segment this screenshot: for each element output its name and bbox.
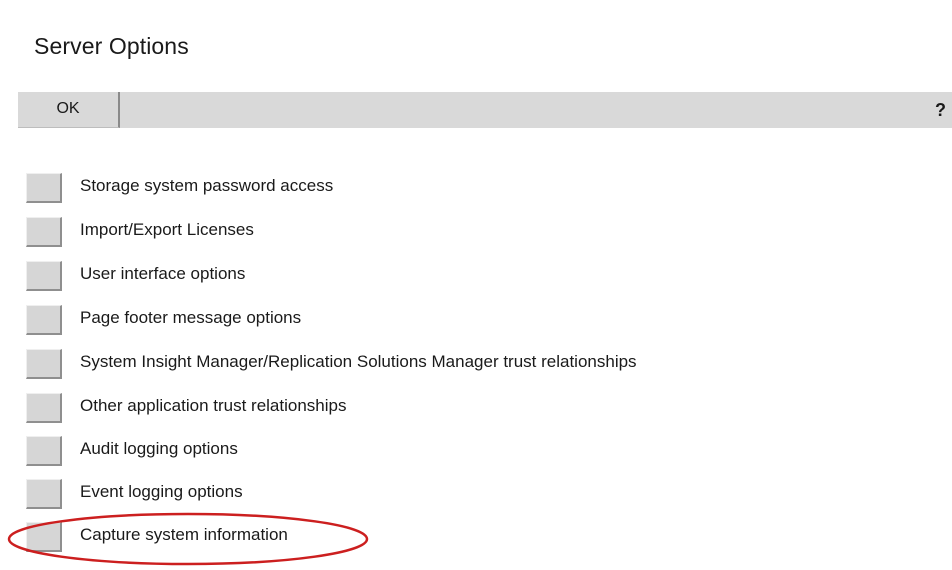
help-button[interactable]: ? [935, 92, 946, 128]
option-label[interactable]: Other application trust relationships [80, 396, 346, 416]
option-user-interface-options[interactable]: User interface options [26, 261, 886, 291]
option-button[interactable] [26, 349, 62, 379]
option-button[interactable] [26, 173, 62, 203]
option-button[interactable] [26, 261, 62, 291]
option-label[interactable]: Import/Export Licenses [80, 220, 254, 240]
option-import-export-licenses[interactable]: Import/Export Licenses [26, 217, 886, 247]
option-label[interactable]: Event logging options [80, 482, 243, 502]
option-label[interactable]: Storage system password access [80, 176, 333, 196]
option-button[interactable] [26, 305, 62, 335]
toolbar: OK ? [18, 92, 952, 128]
option-label[interactable]: Audit logging options [80, 439, 238, 459]
option-storage-password-access[interactable]: Storage system password access [26, 173, 886, 203]
option-sim-rsm-trust[interactable]: System Insight Manager/Replication Solut… [26, 349, 886, 379]
option-button[interactable] [26, 479, 62, 509]
option-label[interactable]: System Insight Manager/Replication Solut… [80, 352, 637, 372]
option-event-logging[interactable]: Event logging options [26, 479, 886, 509]
option-audit-logging[interactable]: Audit logging options [26, 436, 886, 466]
ok-button[interactable]: OK [18, 92, 120, 128]
option-button[interactable] [26, 217, 62, 247]
option-label[interactable]: Page footer message options [80, 308, 301, 328]
option-button[interactable] [26, 436, 62, 466]
option-button[interactable] [26, 393, 62, 423]
option-other-app-trust[interactable]: Other application trust relationships [26, 393, 886, 423]
option-page-footer-message[interactable]: Page footer message options [26, 305, 886, 335]
page-title: Server Options [34, 33, 189, 59]
option-label[interactable]: User interface options [80, 264, 245, 284]
highlight-ellipse-annotation [7, 512, 369, 566]
